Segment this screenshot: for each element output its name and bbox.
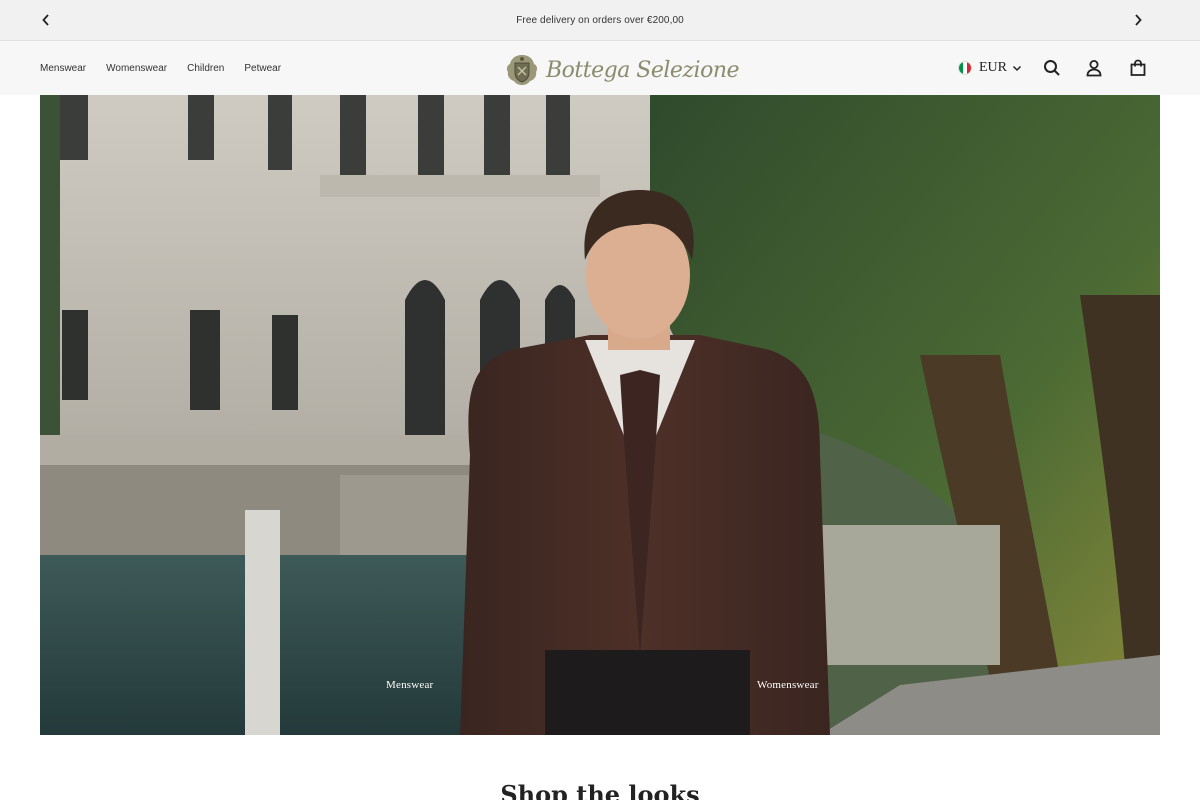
main-nav: Menswear Womenswear Children Petwear [40,41,301,95]
currency-label: EUR [979,60,1007,75]
announcement-text: Free delivery on orders over €200,00 [516,14,684,26]
chevron-right-icon [1135,14,1142,26]
account-button[interactable] [1082,56,1106,80]
header-utilities: EUR [900,41,1200,95]
search-button[interactable] [1040,56,1064,80]
nav-item-womenswear[interactable]: Womenswear [106,63,167,74]
cart-button[interactable] [1126,56,1150,80]
hero-banner[interactable]: Menswear Womenswear [40,95,1160,735]
cart-icon [1130,59,1146,76]
nav-item-menswear[interactable]: Menswear [40,63,86,74]
currency-selector[interactable]: EUR [958,58,1022,78]
nav-item-children[interactable]: Children [187,63,224,74]
announcement-bar: Free delivery on orders over €200,00 [0,0,1200,41]
logo-text: Bottega Selezione [546,57,740,83]
site-logo[interactable]: Bottega Selezione [504,51,740,89]
chevron-down-icon [1012,65,1022,72]
announcement-next-button[interactable] [1128,10,1148,30]
nav-item-petwear[interactable]: Petwear [244,63,281,74]
chevron-left-icon [42,14,49,26]
italy-flag-icon [958,61,972,75]
crest-icon [506,55,538,85]
search-icon [1044,60,1060,76]
section-title: Shop the looks [500,780,700,800]
account-icon [1086,60,1102,77]
hero-image [40,95,1160,735]
hero-menswear-link[interactable]: Menswear [386,679,433,691]
site-header: Menswear Womenswear Children Petwear Bot… [0,41,1200,95]
announcement-prev-button[interactable] [36,10,56,30]
hero-womenswear-link[interactable]: Womenswear [757,679,819,691]
